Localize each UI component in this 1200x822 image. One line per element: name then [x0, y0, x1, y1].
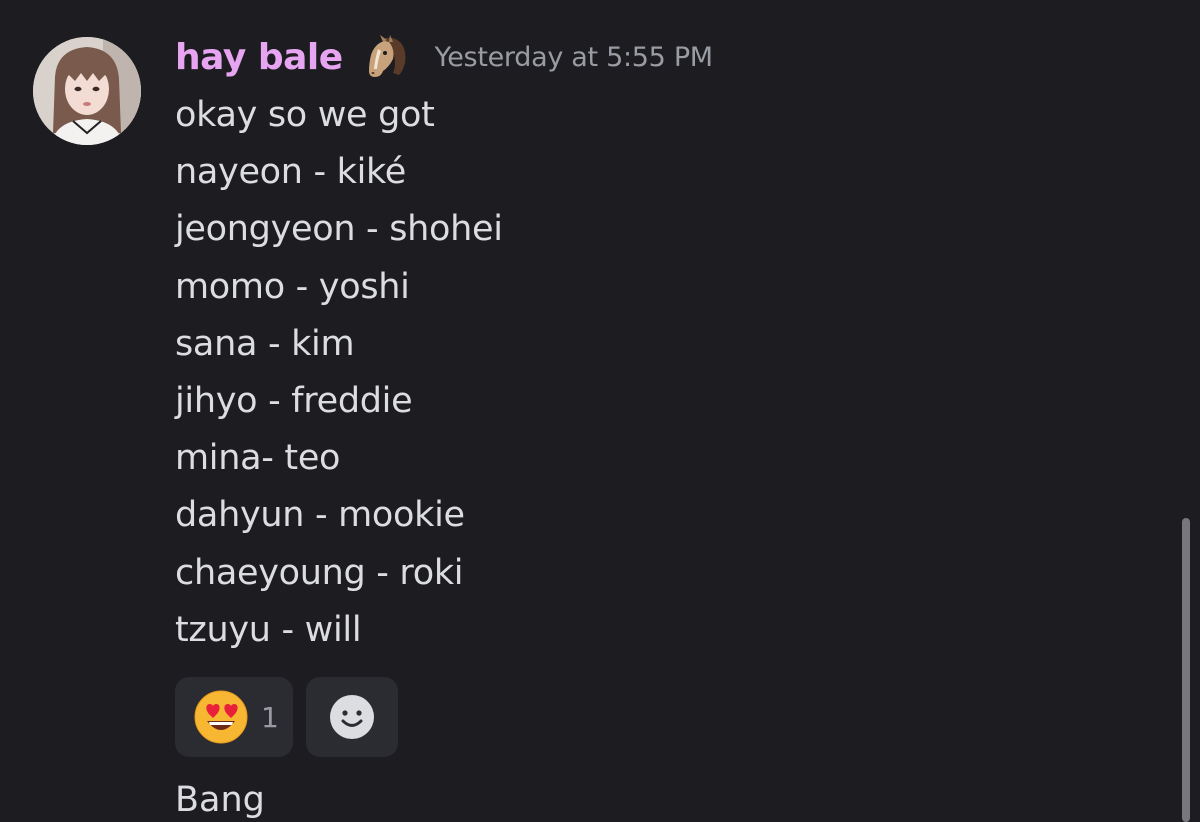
- message-line: nayeon - kiké: [175, 152, 407, 193]
- heart-eyes-emoji-icon: [194, 690, 248, 744]
- message-line: mina- teo: [175, 438, 341, 479]
- next-message-text: Bang: [175, 780, 265, 820]
- message-line: chaeyoung - roki: [175, 552, 464, 593]
- message-line: jihyo - freddie: [175, 380, 413, 421]
- message-line: jeongyeon - shohei: [175, 209, 503, 250]
- username[interactable]: hay bale: [175, 37, 343, 78]
- message-line: momo - yoshi: [175, 266, 410, 307]
- message-line: okay so we got: [175, 95, 435, 135]
- reaction-bar: 1: [175, 677, 398, 757]
- avatar[interactable]: [33, 37, 141, 145]
- message-header: hay bale Yesterday at 5:55 PM: [175, 30, 713, 84]
- message-line: sana - kim: [175, 323, 355, 364]
- message-content: okay so we got nayeon - kiké jeongyeon -…: [175, 87, 1075, 659]
- add-reaction-button[interactable]: [306, 677, 398, 757]
- chat-view: hay bale Yesterday at 5:55 PM okay so we…: [0, 0, 1200, 822]
- horse-face-icon[interactable]: [361, 31, 413, 83]
- message-line: tzuyu - will: [175, 609, 362, 650]
- scrollbar-thumb[interactable]: [1182, 518, 1190, 822]
- reaction-heart-eyes[interactable]: 1: [175, 677, 293, 757]
- add-reaction-smiley-icon: [330, 695, 374, 739]
- message-line: dahyun - mookie: [175, 495, 465, 536]
- timestamp: Yesterday at 5:55 PM: [434, 41, 713, 73]
- reaction-count: 1: [261, 700, 279, 734]
